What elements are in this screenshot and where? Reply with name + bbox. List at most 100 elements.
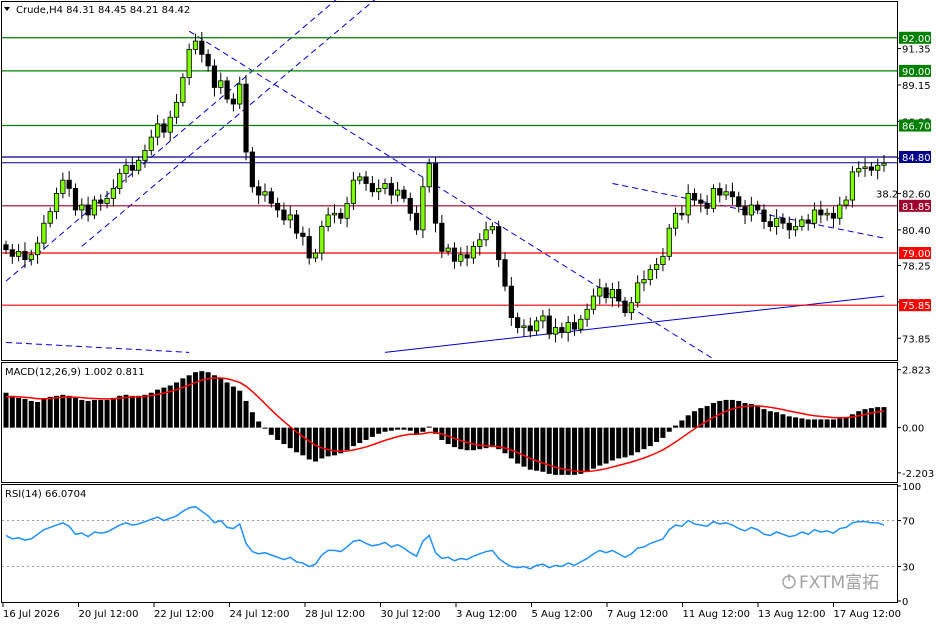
macd-bar xyxy=(521,427,527,467)
macd-bar xyxy=(16,397,22,428)
macd-bar xyxy=(856,411,862,428)
bear-candle xyxy=(527,325,533,332)
bull-candle xyxy=(609,289,615,299)
fib-annotation: 38.2 xyxy=(876,190,898,201)
bull-candle xyxy=(590,295,597,310)
macd-bar xyxy=(818,419,824,428)
macd-bar xyxy=(628,427,634,456)
bear-candle xyxy=(256,186,262,196)
bull-candle xyxy=(312,252,319,259)
bear-candle xyxy=(199,40,205,55)
bull-candle xyxy=(91,199,98,216)
macd-bar xyxy=(603,427,609,464)
bull-candle xyxy=(218,80,224,88)
macd-bar xyxy=(527,427,533,470)
price-tick-label: 91.35 xyxy=(902,45,931,56)
rsi-pane: 100 70 30 0 xyxy=(2,482,921,608)
macd-bar xyxy=(401,427,407,430)
macd-bar xyxy=(489,427,495,448)
level-badge-text: 84.80 xyxy=(902,153,931,164)
bear-candle xyxy=(161,123,167,133)
macd-bar xyxy=(590,427,596,469)
chart-canvas: 38.291.3589.1586.9584.7282.6080.4078.257… xyxy=(1,0,934,620)
macd-bar xyxy=(571,427,577,475)
macd-bar xyxy=(262,427,268,429)
macd-bar xyxy=(319,427,325,459)
bull-candle xyxy=(357,176,363,181)
macd-bar xyxy=(388,427,394,431)
macd-bar xyxy=(666,427,672,432)
bear-candle xyxy=(571,322,578,330)
macd-bar xyxy=(546,427,552,474)
level-badge-text: 75.85 xyxy=(902,301,931,312)
price-tick-label: 73.85 xyxy=(902,334,931,345)
macd-bar xyxy=(464,427,470,451)
macd-bar xyxy=(28,400,34,428)
bull-candle xyxy=(420,186,426,231)
bull-candle xyxy=(237,83,243,105)
macd-bar xyxy=(793,417,799,428)
macd-bar xyxy=(843,417,849,428)
bull-candle xyxy=(344,202,350,219)
time-tick-label: 16 Jul 2026 xyxy=(3,609,60,620)
macd-bar xyxy=(9,395,15,428)
bull-candle xyxy=(470,246,477,259)
macd-bar xyxy=(256,421,262,428)
collapse-triangle-icon[interactable] xyxy=(4,7,10,11)
symbol-header: Crude,H4 84.31 84.45 84.21 84.42 xyxy=(16,5,190,16)
macd-bar xyxy=(470,427,476,451)
bull-candle xyxy=(287,214,293,221)
macd-bar xyxy=(622,427,628,458)
time-tick-label: 13 Aug 12:00 xyxy=(758,609,825,620)
level-badge-text: 92.00 xyxy=(902,34,931,45)
level-badge-text: 79.00 xyxy=(902,249,931,260)
bull-candle xyxy=(723,191,729,196)
bull-candle xyxy=(47,211,53,224)
rsi-tick-label: 30 xyxy=(902,563,915,574)
macd-bar xyxy=(508,427,514,459)
level-badge-text: 81.85 xyxy=(902,202,931,213)
bear-candle xyxy=(9,249,15,257)
macd-bar xyxy=(350,427,356,447)
macd-bar xyxy=(635,427,641,453)
macd-bar xyxy=(275,427,281,440)
price-tick-label: 82.60 xyxy=(902,189,931,200)
support-trend-line xyxy=(384,295,885,353)
macd-bar xyxy=(357,427,363,444)
bear-candle xyxy=(698,199,704,204)
bear-candle xyxy=(496,226,502,261)
macd-bar xyxy=(729,399,735,428)
bear-candle xyxy=(679,212,685,216)
bull-candle xyxy=(395,189,401,196)
macd-bar xyxy=(22,398,28,428)
macd-bar xyxy=(243,400,249,428)
macd-bar xyxy=(830,419,836,428)
price-pane-frame xyxy=(1,1,898,361)
macd-bar xyxy=(881,407,887,428)
downtrend-line xyxy=(188,30,714,360)
bull-candle xyxy=(660,255,666,266)
bull-candle xyxy=(79,204,85,211)
macd-bar xyxy=(136,395,142,428)
macd-bar xyxy=(369,427,375,437)
bull-candle xyxy=(167,116,173,133)
bull-candle xyxy=(597,287,603,297)
bull-candle xyxy=(565,322,571,333)
macd-bar xyxy=(237,390,243,428)
time-tick-label: 17 Aug 12:00 xyxy=(834,609,901,620)
bull-candle xyxy=(641,279,647,284)
macd-bar xyxy=(578,427,584,474)
bear-candle xyxy=(508,285,514,319)
bear-candle xyxy=(559,327,565,333)
macd-bar xyxy=(110,397,116,428)
time-tick-label: 22 Jul 12:00 xyxy=(154,609,214,620)
macd-bar xyxy=(54,395,60,428)
bull-candle xyxy=(666,227,672,257)
bull-candle xyxy=(799,219,805,227)
macd-bar xyxy=(723,399,729,428)
bull-candle xyxy=(856,168,862,173)
bull-candle xyxy=(34,242,41,256)
macd-bar xyxy=(748,404,754,428)
macd-bar xyxy=(837,418,843,428)
macd-bar xyxy=(812,419,818,428)
